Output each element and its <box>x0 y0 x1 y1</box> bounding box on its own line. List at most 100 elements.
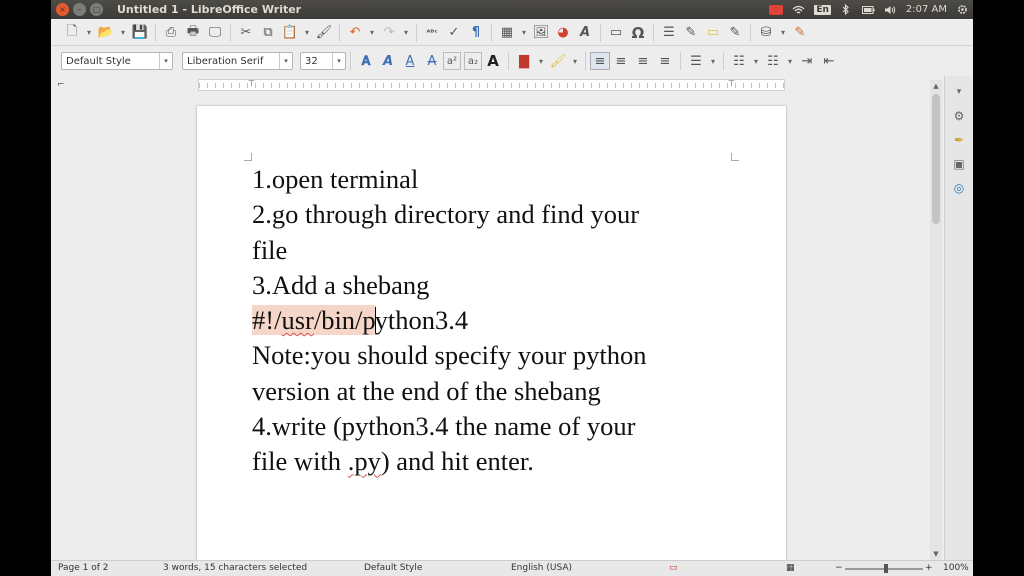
chevron-down-icon[interactable]: ▾ <box>332 53 345 69</box>
horizontal-ruler[interactable] <box>198 79 785 91</box>
insert-chart-icon[interactable]: ◕ <box>552 22 574 44</box>
draw-functions-icon[interactable]: ✎ <box>724 22 746 44</box>
bold-icon[interactable]: 𝐀 <box>355 50 377 72</box>
align-center-icon[interactable]: ≡ <box>610 50 632 72</box>
spelling-icon[interactable]: ᴬᴮᶜ <box>421 22 443 44</box>
subscript-icon[interactable]: a₂ <box>464 52 482 70</box>
minimize-window-button[interactable]: – <box>73 3 86 16</box>
auto-spellcheck-icon[interactable]: ✓ <box>443 22 465 44</box>
word-count[interactable]: 3 words, 15 characters selected <box>163 563 307 573</box>
paragraph[interactable]: file <box>252 233 732 268</box>
paragraph[interactable]: version at the end of the shebang <box>252 374 732 409</box>
font-size-combobox[interactable]: 32 ▾ <box>300 52 346 70</box>
highlighting-color-icon[interactable]: 🖌 <box>547 50 569 72</box>
insert-table-icon[interactable]: ▦ <box>496 22 518 44</box>
volume-icon[interactable] <box>884 4 897 15</box>
sidebar-menu-icon[interactable]: ▾ <box>949 82 969 102</box>
maximize-window-button[interactable]: □ <box>90 3 103 16</box>
save-icon[interactable]: 💾 <box>129 22 151 44</box>
insert-comment-icon[interactable]: ▭ <box>702 22 724 44</box>
insert-textbox-icon[interactable]: ▭ <box>605 22 627 44</box>
battery-icon[interactable] <box>861 4 875 15</box>
underline-icon[interactable]: A <box>399 50 421 72</box>
fontwork-icon[interactable]: A <box>574 22 596 44</box>
properties-icon[interactable]: ⚙ <box>949 106 969 126</box>
paste-dropdown-chevron-icon[interactable]: ▾ <box>301 22 313 44</box>
italic-icon[interactable]: A <box>377 50 399 72</box>
scroll-down-arrow-icon[interactable]: ▼ <box>930 548 942 560</box>
document-page[interactable]: 1.open terminal 2.go through directory a… <box>197 106 786 576</box>
ruler-corner-tab-icon[interactable]: ⌐ <box>57 80 65 90</box>
scrollbar-thumb[interactable] <box>932 94 940 224</box>
bullet-list-icon[interactable]: ☷ <box>728 50 750 72</box>
character-highlight-icon[interactable]: ▇ <box>513 50 535 72</box>
line-spacing-icon[interactable]: ☰ <box>685 50 707 72</box>
align-right-icon[interactable]: ≡ <box>632 50 654 72</box>
open-dropdown-chevron-icon[interactable]: ▾ <box>117 22 129 44</box>
font-color-icon[interactable]: A <box>482 50 504 72</box>
table-dropdown-chevron-icon[interactable]: ▾ <box>518 22 530 44</box>
paragraph[interactable]: file with .py) and hit enter. <box>252 444 732 479</box>
new-document-icon[interactable]: 🗋 <box>61 22 83 44</box>
font-name-combobox[interactable]: Liberation Serif ▾ <box>182 52 293 70</box>
paragraph[interactable]: Note:you should specify your python <box>252 338 732 373</box>
right-indent-marker-icon[interactable]: ⊤ <box>728 79 736 91</box>
fill-dropdown-chevron-icon[interactable]: ▾ <box>777 22 789 44</box>
highlight-dropdown-chevron-icon[interactable]: ▾ <box>535 50 547 72</box>
numbered-list-icon[interactable]: ☷ <box>762 50 784 72</box>
page-style[interactable]: Default Style <box>364 563 422 573</box>
paragraph[interactable]: 4.write (python3.4 the name of your <box>252 409 732 444</box>
strikethrough-icon[interactable]: A <box>421 50 443 72</box>
paste-icon[interactable]: 📋 <box>279 22 301 44</box>
insert-image-icon[interactable]: 🖼 <box>530 22 552 44</box>
misspelled-word[interactable]: usr <box>281 305 313 335</box>
basic-shapes-icon[interactable]: ✎ <box>680 22 702 44</box>
paragraph-style-combobox[interactable]: Default Style ▾ <box>61 52 173 70</box>
align-left-icon[interactable]: ≡ <box>590 52 610 70</box>
network-icon[interactable] <box>792 4 805 15</box>
cut-icon[interactable]: ✂ <box>235 22 257 44</box>
special-character-omega-icon[interactable]: Ω <box>627 22 649 44</box>
new-dropdown-chevron-icon[interactable]: ▾ <box>83 22 95 44</box>
export-pdf-icon[interactable]: ⎙ <box>160 22 182 44</box>
scroll-up-arrow-icon[interactable]: ▲ <box>930 80 942 92</box>
zoom-out-icon[interactable]: − <box>835 563 843 573</box>
view-layout-icon[interactable]: ▦ <box>786 563 795 573</box>
misspelled-word[interactable]: .py <box>348 446 381 476</box>
open-folder-icon[interactable]: 📂 <box>95 22 117 44</box>
redo-dropdown-chevron-icon[interactable]: ▾ <box>400 22 412 44</box>
document-body[interactable]: 1.open terminal 2.go through directory a… <box>252 162 732 480</box>
vertical-scrollbar[interactable]: ▲ ▼ <box>930 80 942 560</box>
numbered-dropdown-chevron-icon[interactable]: ▾ <box>784 50 796 72</box>
increase-indent-icon[interactable]: ⇥ <box>796 50 818 72</box>
close-window-button[interactable]: × <box>56 3 69 16</box>
redo-icon[interactable]: ↷ <box>378 22 400 44</box>
chevron-down-icon[interactable]: ▾ <box>159 53 172 69</box>
document-canvas[interactable]: 1.open terminal 2.go through directory a… <box>51 94 944 576</box>
styles-icon[interactable]: ✒ <box>949 130 969 150</box>
zoom-percentage[interactable]: 100% <box>943 563 969 573</box>
justify-icon[interactable]: ≡ <box>654 50 676 72</box>
draw-line-icon[interactable]: ✎ <box>789 22 811 44</box>
keyboard-language-indicator[interactable]: En <box>814 4 831 15</box>
superscript-icon[interactable]: a² <box>443 52 461 70</box>
text-language[interactable]: English (USA) <box>511 563 572 573</box>
print-icon[interactable]: 🖶 <box>182 22 204 44</box>
left-indent-marker-icon[interactable]: ⊤ <box>248 79 256 91</box>
decrease-indent-icon[interactable]: ⇤ <box>818 50 840 72</box>
bullet-dropdown-chevron-icon[interactable]: ▾ <box>750 50 762 72</box>
undo-icon[interactable]: ↶ <box>344 22 366 44</box>
page-count[interactable]: Page 1 of 2 <box>58 563 109 573</box>
gallery-icon[interactable]: ▣ <box>949 154 969 174</box>
clone-formatting-icon[interactable]: 🖌 <box>313 22 335 44</box>
paragraph[interactable]: 3.Add a shebang <box>252 268 732 303</box>
navigator-icon[interactable]: ☰ <box>658 22 680 44</box>
highlighting-dropdown-chevron-icon[interactable]: ▾ <box>569 50 581 72</box>
shebang-paragraph[interactable]: #!/usr/bin/python3.4 <box>252 303 732 338</box>
chevron-down-icon[interactable]: ▾ <box>279 53 292 69</box>
paragraph[interactable]: 2.go through directory and find your <box>252 197 732 232</box>
selected-text[interactable]: #!/usr/bin/p <box>252 305 376 336</box>
copy-icon[interactable]: ⧉ <box>257 22 279 44</box>
clock[interactable]: 2:07 AM <box>906 4 947 15</box>
zoom-in-icon[interactable]: + <box>925 563 933 573</box>
